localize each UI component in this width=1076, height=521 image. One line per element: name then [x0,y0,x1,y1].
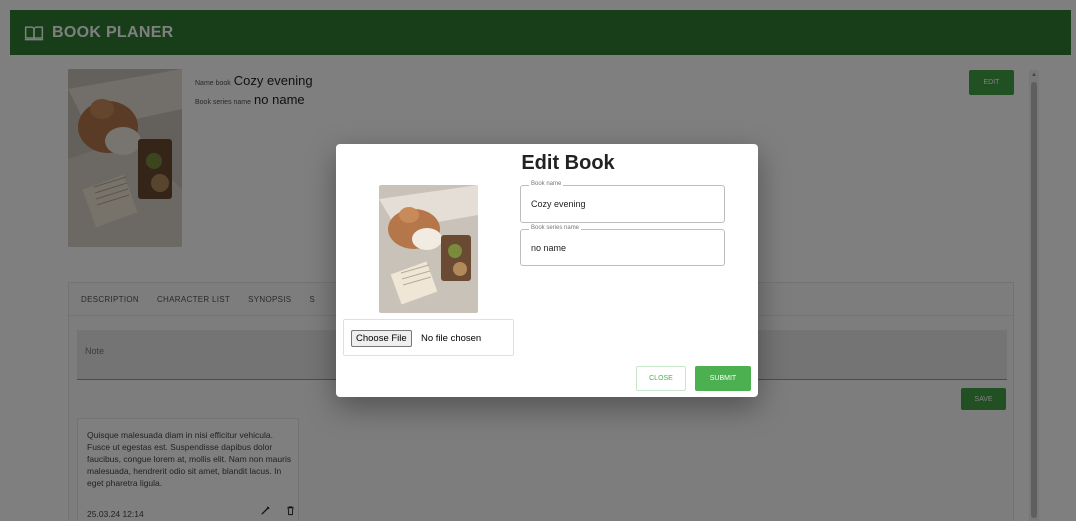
file-upload: Choose File No file chosen [343,319,514,356]
book-name-field[interactable]: Book name Cozy evening [520,181,725,223]
book-name-input[interactable]: Cozy evening [531,199,586,209]
choose-file-button[interactable]: Choose File [351,330,412,347]
edit-book-dialog: Edit Book Book name Cozy evening Book se… [336,144,758,397]
book-name-field-label: Book name [529,181,564,187]
dialog-title: Edit Book [521,152,615,174]
series-name-field-label: Book series name [529,225,582,231]
series-name-input[interactable]: no name [531,243,566,253]
submit-button[interactable]: SUBMIT [695,366,751,391]
dialog-cover-preview [379,185,478,313]
close-button[interactable]: CLOSE [636,366,686,391]
series-name-field[interactable]: Book series name no name [520,225,725,266]
file-status: No file chosen [421,333,482,344]
